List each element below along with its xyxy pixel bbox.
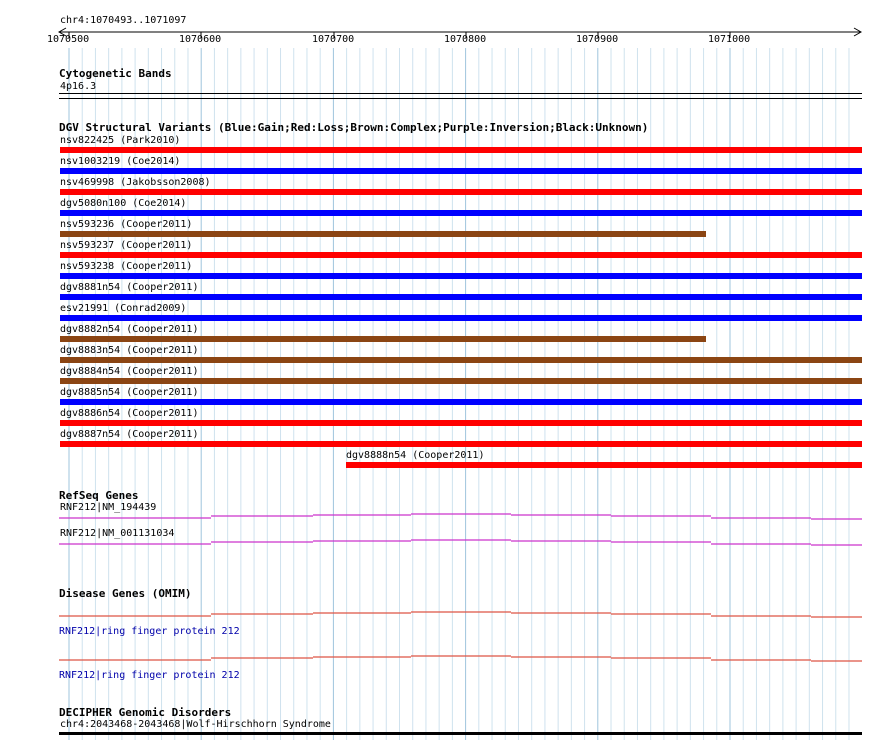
gene-structure-layer [59, 513, 862, 662]
genome-browser-view: chr4:1070493..1071097 1070500 1070600 10… [0, 0, 890, 740]
